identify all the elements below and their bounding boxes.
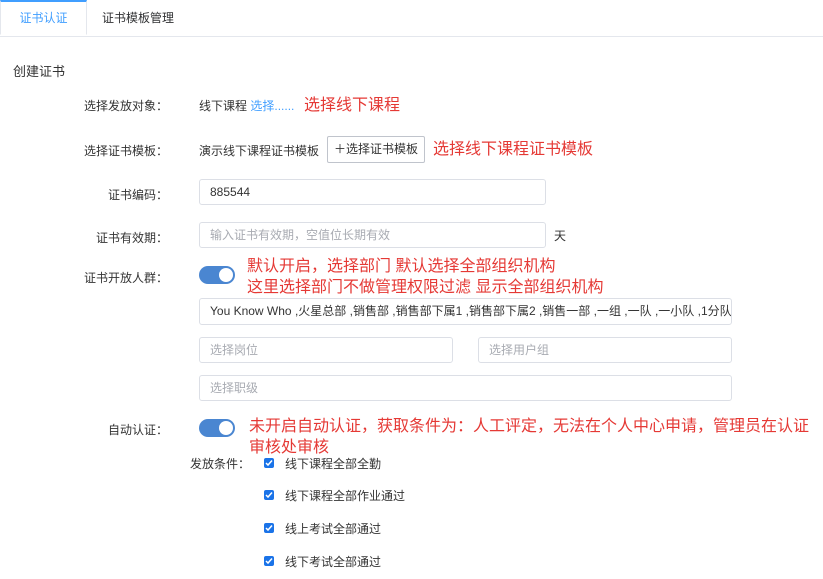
code-input[interactable]: 885544 — [199, 179, 546, 205]
audience-label: 证书开放人群： — [83, 271, 168, 285]
validity-input[interactable]: 输入证书有效期，空值位长期有效 — [199, 222, 546, 248]
usergroup-select[interactable]: 选择用户组 — [478, 337, 732, 363]
condition-checkbox[interactable] — [264, 490, 274, 500]
condition-checkbox[interactable] — [264, 556, 274, 566]
toggle-knob — [219, 421, 233, 435]
check-icon — [265, 558, 273, 565]
auto-cert-label: 自动认证： — [107, 423, 168, 437]
condition-label: 线下考试全部通过 — [285, 555, 382, 569]
department-select[interactable]: You Know Who ,火星总部 ,销售部 ,销售部下属1 ,销售部下属2 … — [199, 298, 732, 325]
check-icon — [265, 492, 273, 499]
auto-cert-toggle[interactable] — [199, 419, 235, 437]
check-icon — [265, 460, 273, 467]
page-title: 创建证书 — [13, 64, 66, 79]
audience-annotation-2: 这里选择部门不做管理权限过滤 显示全部组织机构 — [247, 279, 604, 296]
level-select[interactable]: 选择职级 — [199, 375, 732, 401]
tab-certificate-auth[interactable]: 证书认证 — [0, 0, 87, 35]
issue-target-annotation: 选择线下课程 — [304, 97, 401, 114]
condition-checkbox[interactable] — [264, 458, 274, 468]
toggle-knob — [219, 268, 233, 282]
issue-target-value: 线下课程 选择...... — [199, 97, 294, 114]
check-icon — [265, 525, 273, 532]
audience-toggle[interactable] — [199, 266, 235, 284]
template-label: 选择证书模板： — [83, 144, 168, 158]
auto-cert-annotation-1: 未开启自动认证，获取条件为：人工评定，无法在个人中心申请，管理员在认证 — [249, 418, 810, 435]
conditions-label: 发放条件： — [190, 457, 251, 471]
audience-annotation-1: 默认开启，选择部门 默认选择全部组织机构 — [247, 258, 556, 275]
condition-label: 线下课程全部全勤 — [285, 457, 382, 471]
condition-label: 线下课程全部作业通过 — [285, 489, 406, 503]
select-template-button[interactable]: ＋选择证书模板 — [327, 136, 426, 163]
issue-target-label: 选择发放对象： — [83, 99, 168, 113]
code-label: 证书编码： — [107, 188, 168, 202]
condition-checkbox[interactable] — [264, 523, 274, 533]
tab-bar: 证书认证 证书模板管理 — [0, 0, 823, 37]
issue-target-value-text: 线下课程 — [199, 99, 248, 113]
position-select[interactable]: 选择岗位 — [199, 337, 453, 363]
condition-label: 线上考试全部通过 — [285, 522, 382, 536]
select-target-link[interactable]: 选择...... — [250, 99, 294, 113]
validity-unit: 天 — [554, 229, 567, 243]
tab-template-management[interactable]: 证书模板管理 — [88, 0, 188, 36]
validity-label: 证书有效期： — [95, 231, 168, 245]
template-value: 演示线下课程证书模板 — [199, 144, 320, 158]
template-annotation: 选择线下课程证书模板 — [433, 141, 594, 158]
